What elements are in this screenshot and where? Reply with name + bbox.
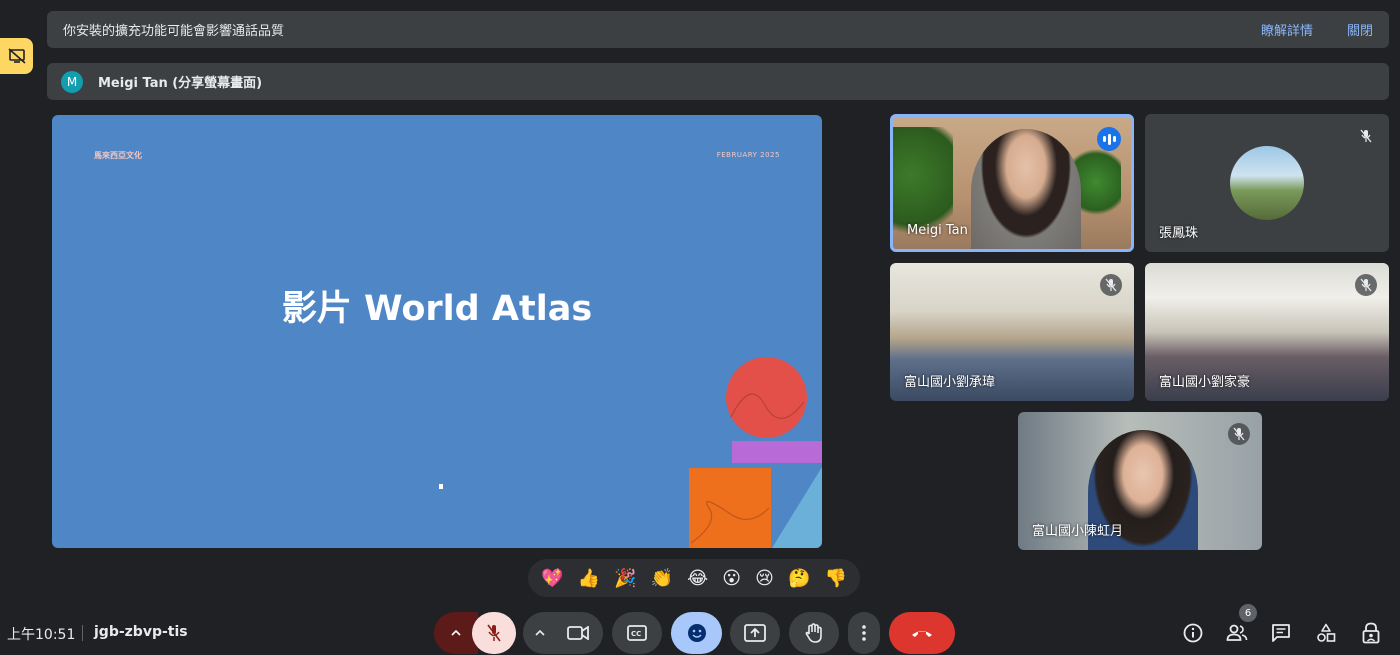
chat-icon (1272, 624, 1290, 642)
participant-avatar (1230, 146, 1304, 220)
hand-icon (805, 623, 822, 643)
participant-tile-chen[interactable]: 富山國小陳虹月 (1018, 412, 1262, 550)
reaction-sad[interactable]: 😢 (755, 568, 774, 589)
participant-tile-zhang[interactable]: 張鳳珠 (1145, 114, 1389, 252)
participant-name: 富山國小劉承瑋 (904, 375, 996, 390)
meeting-code: jgb-zbvp-tis (94, 624, 188, 640)
meet-window: 你安裝的擴充功能可能會影響通話品質 瞭解詳情 關閉 M Meigi Tan (分… (0, 0, 1400, 655)
participant-tile-classroom-2[interactable]: 富山國小劉家豪 (1145, 263, 1389, 401)
presenter-avatar: M (61, 70, 83, 93)
mouse-cursor (439, 484, 443, 489)
participant-name: Meigi Tan (907, 223, 968, 238)
more-vert-icon (862, 625, 866, 641)
video-off-indicator[interactable] (0, 38, 33, 74)
mic-off-icon (1228, 423, 1250, 445)
shapes-icon (1317, 623, 1336, 642)
learn-more-link[interactable]: 瞭解詳情 (1261, 20, 1313, 39)
reaction-party[interactable]: 🎉 (614, 568, 636, 589)
meeting-details-button[interactable] (1181, 621, 1205, 645)
close-banner-link[interactable]: 關閉 (1347, 20, 1373, 39)
mic-off-icon (487, 624, 501, 642)
send-reaction-button[interactable] (671, 612, 722, 654)
reaction-clap[interactable]: 👏 (651, 568, 673, 589)
host-controls-button[interactable] (1359, 621, 1383, 645)
shared-screen-slide: 馬來西亞文化 FEBRUARY 2025 影片 World Atlas (52, 115, 822, 548)
mic-control-group (434, 612, 516, 654)
camera-control-group[interactable] (523, 612, 603, 654)
activities-button[interactable] (1314, 621, 1338, 645)
reaction-thumbs-up[interactable]: 👍 (578, 568, 600, 589)
reaction-thumbs-down[interactable]: 👎 (824, 568, 846, 589)
participant-tile-meigi-tan[interactable]: Meigi Tan (890, 114, 1134, 252)
clock: 上午10:51 (7, 627, 76, 643)
participant-video (971, 129, 1081, 249)
people-button[interactable] (1225, 621, 1249, 645)
slide-date: FEBRUARY 2025 (716, 151, 780, 159)
present-icon (744, 624, 766, 642)
warning-message: 你安裝的擴充功能可能會影響通話品質 (63, 24, 285, 39)
reaction-thinking[interactable]: 🤔 (788, 568, 810, 589)
camera-icon (567, 626, 589, 640)
mic-off-icon (1355, 125, 1377, 147)
slide-brand: 馬來西亞文化 (94, 151, 142, 160)
reaction-laugh[interactable]: 😂 (687, 568, 708, 589)
presenting-banner: M Meigi Tan (分享螢幕畫面) (47, 63, 1389, 100)
present-screen-button[interactable] (730, 612, 780, 654)
participant-name: 富山國小劉家豪 (1159, 375, 1251, 390)
svg-text:CC: CC (631, 630, 641, 638)
slide-title: 影片 World Atlas (281, 289, 593, 329)
hang-up-icon (912, 631, 932, 637)
slide-decoration-bar (732, 441, 822, 463)
leave-call-button[interactable] (889, 612, 955, 654)
slide-decoration-square (689, 468, 771, 548)
info-icon (1183, 623, 1203, 643)
monitor-off-icon (7, 48, 26, 64)
reaction-heart[interactable]: 💖 (541, 568, 563, 589)
participant-name: 富山國小陳虹月 (1032, 524, 1124, 539)
slide-decoration-circle (726, 357, 807, 438)
lock-person-icon (1362, 622, 1380, 644)
raise-hand-button[interactable] (789, 612, 839, 654)
mic-off-icon (1100, 274, 1122, 296)
divider (82, 625, 83, 641)
participant-name: 張鳳珠 (1159, 226, 1199, 241)
chat-button[interactable] (1269, 621, 1293, 645)
people-icon (1226, 624, 1248, 641)
extension-warning-banner: 你安裝的擴充功能可能會影響通話品質 瞭解詳情 關閉 (47, 11, 1389, 48)
smiley-icon (687, 624, 706, 642)
participant-count-badge: 6 (1239, 604, 1257, 622)
chevron-up-icon (451, 630, 461, 636)
captions-button[interactable]: CC (612, 612, 662, 654)
chevron-up-icon[interactable] (535, 630, 545, 636)
speaking-indicator-icon (1097, 127, 1121, 151)
presenter-label: Meigi Tan (分享螢幕畫面) (98, 76, 263, 91)
participant-tile-classroom-1[interactable]: 富山國小劉承瑋 (890, 263, 1134, 401)
mic-off-icon (1355, 274, 1377, 296)
reaction-bar: 💖 👍 🎉 👏 😂 😮 😢 🤔 👎 (528, 559, 860, 597)
mic-toggle-button[interactable] (472, 612, 516, 654)
closed-captions-icon: CC (627, 625, 647, 641)
slide-decoration-triangle (772, 467, 822, 548)
reaction-surprised[interactable]: 😮 (722, 568, 741, 589)
more-options-button[interactable] (848, 612, 880, 654)
